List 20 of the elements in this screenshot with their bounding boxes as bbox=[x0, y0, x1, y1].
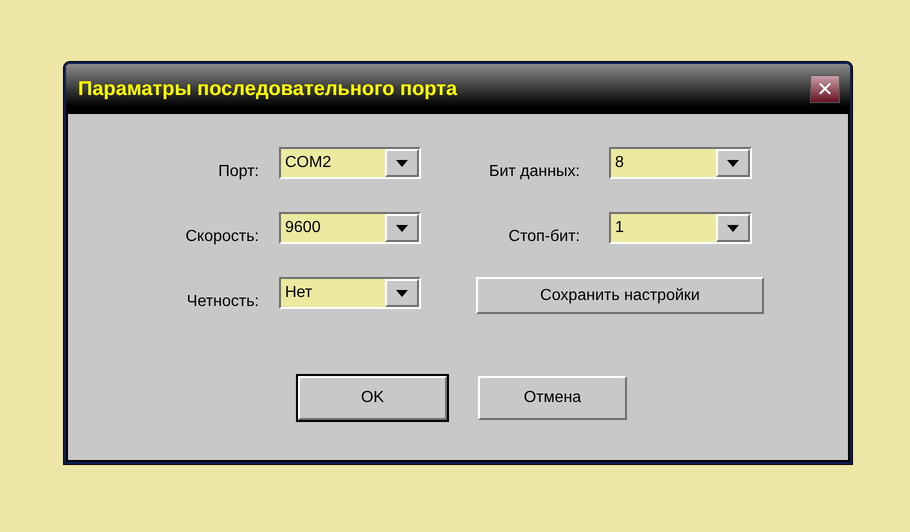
dropdown-arrow-icon bbox=[727, 224, 739, 232]
close-button[interactable]: ✕ bbox=[810, 75, 840, 103]
field-label: Скорость: bbox=[185, 228, 259, 247]
dropdown-arrow-icon bbox=[396, 160, 408, 166]
dialog-button[interactable]: Отмена bbox=[478, 376, 627, 420]
dropdown[interactable]: COM2 bbox=[279, 147, 421, 179]
save-settings-button[interactable]: Сохранить настройки bbox=[476, 277, 764, 314]
dropdown[interactable]: 9600 bbox=[279, 212, 421, 244]
dropdown-arrow-icon bbox=[396, 224, 408, 232]
dropdown[interactable]: 8 bbox=[609, 147, 752, 179]
field-label: Порт: bbox=[218, 163, 259, 182]
field-label: Бит данных: bbox=[488, 163, 580, 182]
dialog-button[interactable]: OK bbox=[298, 376, 447, 420]
dropdown-arrow-icon bbox=[727, 160, 739, 166]
field-label: Стоп-бит: bbox=[508, 228, 580, 247]
dropdown[interactable]: 1 bbox=[609, 212, 752, 244]
dropdown[interactable]: Нет bbox=[279, 277, 421, 309]
field-label: Четность: bbox=[186, 293, 259, 312]
dropdown-arrow-icon bbox=[396, 290, 408, 296]
window-title: Параматры последовательного порта bbox=[78, 78, 458, 100]
